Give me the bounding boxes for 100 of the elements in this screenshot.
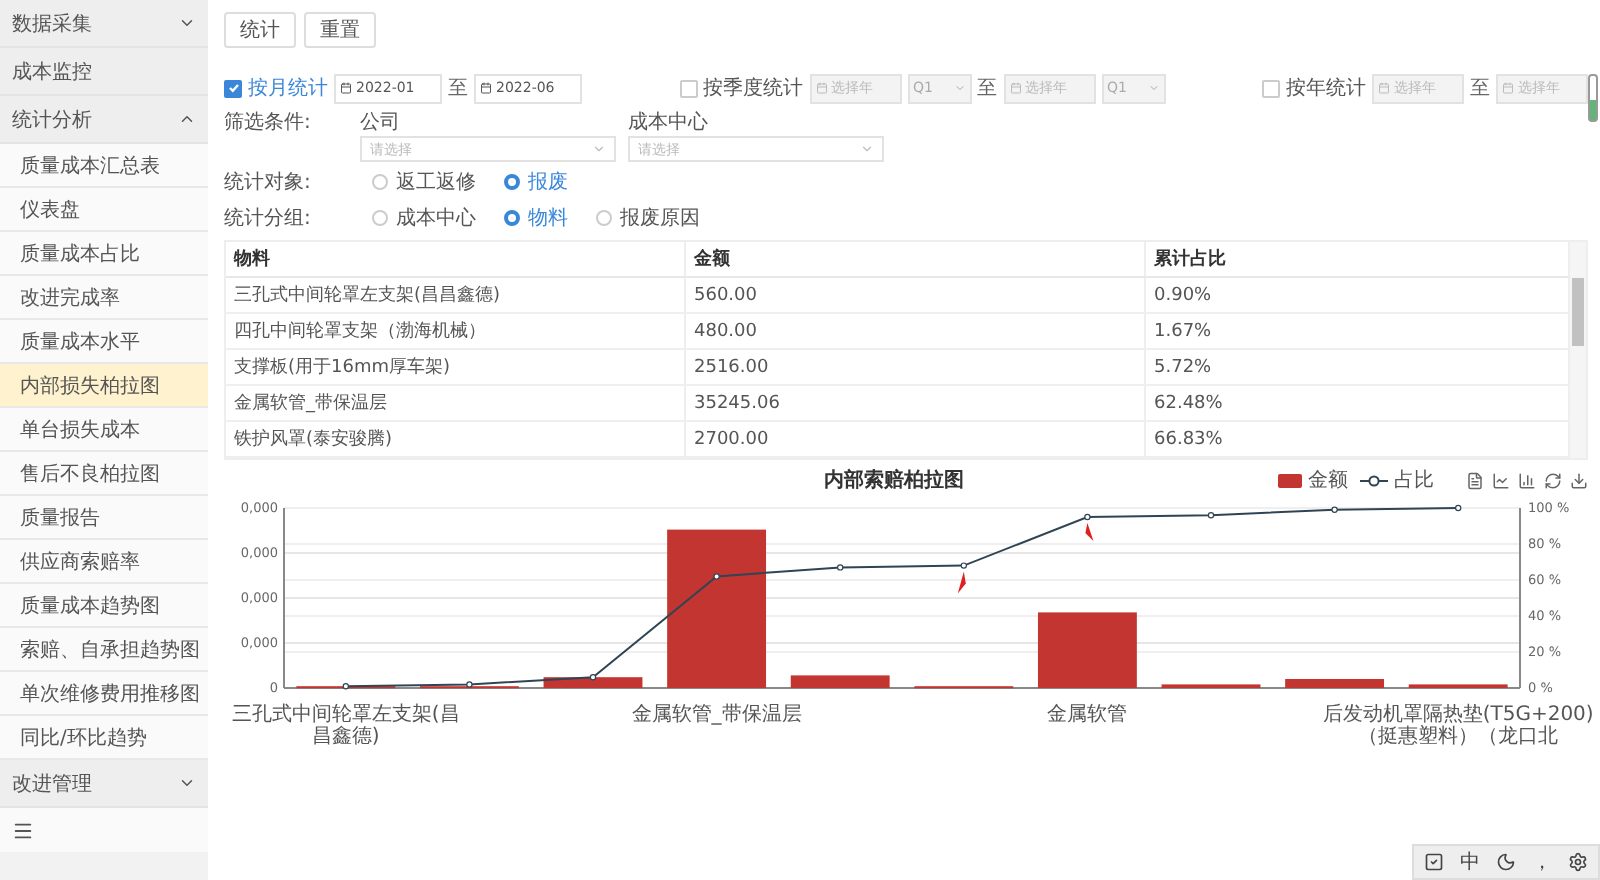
axis-label: 金属软管 xyxy=(1047,704,1128,726)
sidebar-item[interactable]: 同比/环比趋势 xyxy=(0,716,208,760)
checkbox[interactable] xyxy=(224,79,242,97)
data-point xyxy=(713,573,720,580)
refresh-icon[interactable] xyxy=(1544,471,1562,489)
moon-icon[interactable] xyxy=(1496,852,1516,872)
bar xyxy=(543,677,643,688)
sidebar-item[interactable]: 仪表盘 xyxy=(0,188,208,232)
annotation-arrow xyxy=(957,571,966,594)
column-header: 物料 xyxy=(226,242,686,278)
toolbar-button[interactable]: 重置 xyxy=(304,12,376,48)
table-cell: 2516.00 xyxy=(686,350,1146,386)
table-cell: 480.00 xyxy=(686,314,1146,350)
calendar-icon xyxy=(1378,82,1390,94)
period-label: 按年统计 xyxy=(1286,75,1366,102)
language-toggle[interactable]: 中 xyxy=(1460,848,1480,876)
checkbox[interactable] xyxy=(1262,79,1280,97)
period-label: 按季度统计 xyxy=(703,75,803,102)
sidebar-item[interactable]: 质量成本占比 xyxy=(0,232,208,276)
sidebar-item[interactable]: 质量成本趋势图 xyxy=(0,584,208,628)
radio-button[interactable] xyxy=(504,210,520,226)
calendar-icon xyxy=(480,82,492,94)
chevron-down-icon xyxy=(592,142,606,156)
chevron-down-icon xyxy=(178,774,196,792)
column-header: 金额 xyxy=(686,242,1146,278)
sidebar-item[interactable]: 索赔、自承担趋势图 xyxy=(0,628,208,672)
filter-label: 筛选条件: xyxy=(224,109,313,136)
chevron-down-icon xyxy=(953,82,965,94)
table-cell: 支撑板(用于16mm厚车架) xyxy=(226,350,686,386)
legend-item[interactable]: 占比 xyxy=(1360,466,1434,494)
sidebar-item[interactable]: 质量报告 xyxy=(0,496,208,540)
table-cell: 66.83% xyxy=(1146,422,1570,458)
radio-button[interactable] xyxy=(596,210,612,226)
radio-button[interactable] xyxy=(504,174,520,190)
bar xyxy=(1037,612,1137,688)
sidebar-item[interactable]: 单台损失成本 xyxy=(0,408,208,452)
sidebar-item[interactable]: 成本监控 xyxy=(0,48,208,96)
toolbar-button[interactable]: 统计 xyxy=(224,12,296,48)
field-label: 成本中心 xyxy=(628,109,710,136)
separator-text: 至 xyxy=(1470,76,1490,102)
axis-label: 金属软管_带保温层 xyxy=(631,704,802,726)
menu-icon[interactable] xyxy=(12,819,34,841)
checkbox[interactable] xyxy=(679,79,697,97)
sidebar-item[interactable]: 质量成本汇总表 xyxy=(0,144,208,188)
data-point xyxy=(1084,513,1091,521)
download-icon[interactable] xyxy=(1570,471,1588,489)
radio-option[interactable]: 返工返修 xyxy=(372,168,476,196)
column-header: 累计占比 xyxy=(1146,242,1570,278)
data-point xyxy=(1455,504,1462,512)
sidebar-item[interactable]: 内部损失柏拉图 xyxy=(0,364,208,408)
radio-option[interactable]: 成本中心 xyxy=(372,204,476,232)
sidebar-item[interactable]: 质量成本水平 xyxy=(0,320,208,364)
data-point xyxy=(589,674,597,681)
chevron-down-icon xyxy=(860,142,874,156)
radio-button[interactable] xyxy=(372,174,388,190)
legend-item[interactable]: 金额 xyxy=(1278,466,1348,494)
data-point xyxy=(1331,506,1338,513)
table-cell: 四孔中间轮罩支架（渤海机械） xyxy=(226,314,686,350)
separator-text: 至 xyxy=(977,76,997,102)
settings-icon[interactable] xyxy=(1568,852,1588,872)
field-label: 公司 xyxy=(360,110,402,136)
scroll-indicator xyxy=(1588,74,1598,122)
scrollbar[interactable] xyxy=(1570,242,1586,458)
radio-option[interactable]: 报废 xyxy=(504,168,568,196)
chevron-down-icon xyxy=(1147,82,1159,94)
separator-text: 至 xyxy=(448,76,468,102)
sidebar-item[interactable]: 统计分析 xyxy=(0,96,208,144)
data-view-icon[interactable] xyxy=(1466,471,1484,489)
sidebar-item[interactable]: 数据采集 xyxy=(0,0,208,48)
sidebar-item[interactable]: 供应商索赔率 xyxy=(0,540,208,584)
data-point xyxy=(1207,512,1215,519)
radio-option[interactable]: 报废原因 xyxy=(596,204,700,232)
calendar-icon xyxy=(1009,82,1021,94)
bar xyxy=(1285,679,1385,688)
axis-label: 三孔式中间轮罩左支架(昌昌鑫德) xyxy=(229,704,462,748)
sidebar-item[interactable]: 单次维修费用推移图 xyxy=(0,672,208,716)
chevron-down-icon xyxy=(178,14,196,32)
calendar-icon xyxy=(815,82,827,94)
punctuation-toggle[interactable]: ， xyxy=(1532,848,1552,876)
sidebar-item[interactable]: 改进完成率 xyxy=(0,276,208,320)
calendar-icon xyxy=(1502,82,1514,94)
line-chart-icon[interactable] xyxy=(1492,471,1510,489)
radio-button[interactable] xyxy=(372,210,388,226)
data-point xyxy=(466,681,473,688)
data-point xyxy=(342,683,349,690)
bar xyxy=(790,675,890,688)
period-label: 按月统计 xyxy=(248,75,328,102)
table-cell: 三孔式中间轮罩左支架(昌昌鑫德) xyxy=(226,278,686,314)
table-cell: 金属软管_带保温层 xyxy=(226,386,686,422)
checkbox-icon[interactable] xyxy=(1424,852,1444,872)
table-cell: 560.00 xyxy=(686,278,1146,314)
table-cell: 35245.06 xyxy=(686,386,1146,422)
table-cell: 62.48% xyxy=(1146,386,1570,422)
sidebar-item[interactable]: 售后不良柏拉图 xyxy=(0,452,208,496)
chevron-up-icon xyxy=(178,110,196,128)
radio-option[interactable]: 物料 xyxy=(504,204,568,232)
table-cell: 2700.00 xyxy=(686,422,1146,458)
table-cell: 1.67% xyxy=(1146,314,1570,350)
sidebar-item[interactable]: 改进管理 xyxy=(0,760,208,808)
bar-chart-icon[interactable] xyxy=(1518,471,1536,489)
